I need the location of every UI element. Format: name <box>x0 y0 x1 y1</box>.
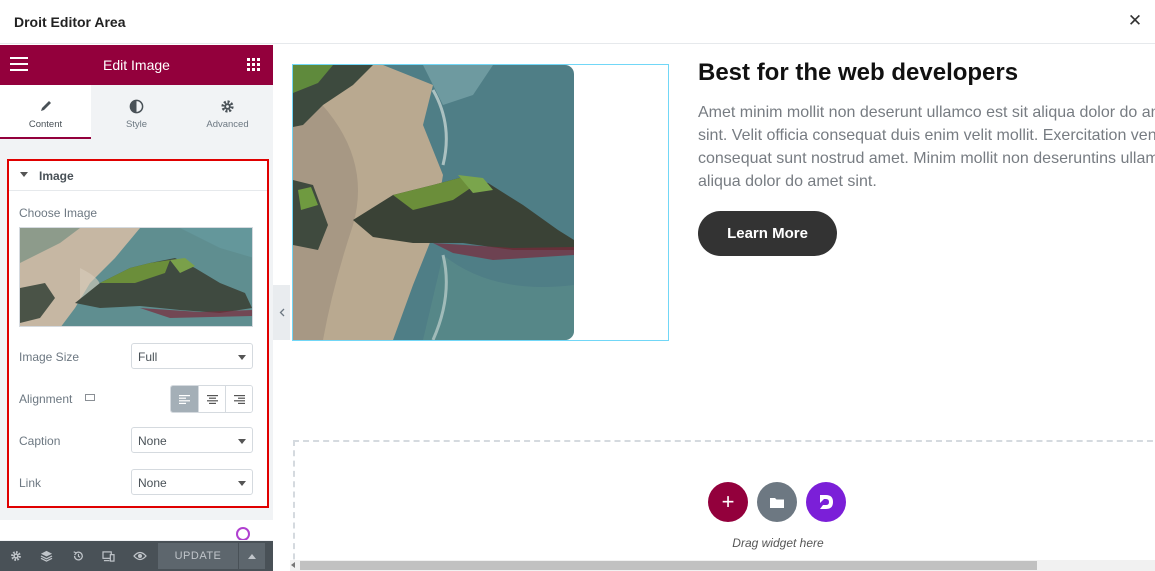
tab-advanced-label: Advanced <box>206 119 249 130</box>
history-icon[interactable] <box>62 541 93 571</box>
alignment-choices <box>170 385 253 413</box>
window-title: Droit Editor Area <box>14 14 126 30</box>
pencil-icon <box>0 97 91 115</box>
caption-label: Caption <box>19 434 61 448</box>
update-button[interactable]: UPDATE <box>158 543 238 569</box>
eye-icon[interactable] <box>124 541 155 571</box>
gear-icon <box>182 97 273 115</box>
align-center-button[interactable] <box>198 386 225 412</box>
window-titlebar: Droit Editor Area ✕ <box>0 0 1155 44</box>
responsive-mode-icon[interactable] <box>93 541 124 571</box>
image-section: Image Choose Image Image Size Full Align… <box>7 159 269 508</box>
panel-tabs: Content Style Advanced <box>0 85 273 139</box>
editor-canvas: Best for the web developers Amet minim m… <box>290 45 1155 571</box>
dropdown-arrow-icon <box>238 355 246 360</box>
droit-logo-icon <box>820 495 833 509</box>
section-heading: Best for the web developers <box>698 59 1019 86</box>
align-center-icon <box>206 394 218 404</box>
caption-row: Caption None <box>19 427 253 453</box>
description-line: Amet minim mollit non deserunt ullamco e… <box>698 104 1155 121</box>
add-template-button[interactable] <box>757 482 797 522</box>
align-left-icon <box>179 394 190 404</box>
scroll-left-arrow-icon[interactable] <box>291 562 295 568</box>
beach-rock-image <box>293 65 574 340</box>
tab-style-label: Style <box>125 119 148 130</box>
scrollbar-thumb[interactable] <box>300 561 1037 570</box>
link-row: Link None <box>19 469 253 495</box>
link-select[interactable]: None <box>131 469 253 495</box>
panel-title: Edit Image <box>103 57 170 73</box>
tab-content[interactable]: Content <box>0 85 91 139</box>
image-thumbnail[interactable] <box>19 227 253 327</box>
section-title: Image <box>39 169 74 183</box>
align-right-icon <box>233 394 245 404</box>
alignment-row: Alignment <box>19 385 253 413</box>
plus-icon: + <box>721 489 735 514</box>
tab-content-label: Content <box>28 119 63 130</box>
link-label: Link <box>19 476 42 490</box>
desktop-responsive-icon[interactable] <box>85 394 95 401</box>
image-size-label: Image Size <box>19 350 80 364</box>
close-icon[interactable]: ✕ <box>1125 11 1145 31</box>
description-line: aliqua dolor do amet sint. <box>698 173 877 190</box>
align-left-button[interactable] <box>171 386 198 412</box>
editor-panel: Edit Image Content Style Advanced Image … <box>0 45 273 571</box>
next-section-header[interactable] <box>0 520 273 541</box>
chevron-left-icon <box>279 308 284 317</box>
panel-footer: UPDATE <box>0 541 273 571</box>
droit-templates-button[interactable] <box>806 482 846 522</box>
alignment-label: Alignment <box>19 392 73 406</box>
folder-icon <box>770 497 784 508</box>
caption-select[interactable]: None <box>131 427 253 453</box>
widgets-grid-icon[interactable] <box>247 58 260 71</box>
add-section-button[interactable]: + <box>708 482 748 522</box>
update-options-icon[interactable] <box>239 543 265 569</box>
description-line: consequat sunt nostrud amet. Minim molli… <box>698 150 1155 167</box>
caret-down-icon <box>20 172 28 177</box>
image-widget[interactable] <box>292 64 669 341</box>
image-size-select[interactable]: Full <box>131 343 253 369</box>
description-line: sint. Velit officia consequat duis enim … <box>698 127 1155 144</box>
image-section-header[interactable]: Image <box>9 161 267 191</box>
caption-value: None <box>138 434 167 448</box>
dropdown-arrow-icon <box>238 439 246 444</box>
learn-more-button[interactable]: Learn More <box>698 211 837 256</box>
half-circle-icon <box>91 97 182 115</box>
layers-icon[interactable] <box>31 541 62 571</box>
tab-advanced[interactable]: Advanced <box>182 85 273 139</box>
dropdown-arrow-icon <box>238 481 246 486</box>
panel-header: Edit Image <box>0 45 273 85</box>
align-right-button[interactable] <box>225 386 252 412</box>
drag-widget-hint: Drag widget here <box>732 536 824 550</box>
panel-collapse-handle[interactable] <box>273 285 290 340</box>
description-text: Amet minim mollit non deserunt ullamco e… <box>698 101 1155 193</box>
horizontal-scrollbar[interactable] <box>290 560 1155 571</box>
tab-style[interactable]: Style <box>91 85 182 139</box>
image-size-row: Image Size Full <box>19 343 253 369</box>
settings-gear-icon[interactable] <box>0 541 31 571</box>
choose-image-label: Choose Image <box>19 206 98 220</box>
link-value: None <box>138 476 167 490</box>
image-size-value: Full <box>138 350 158 364</box>
